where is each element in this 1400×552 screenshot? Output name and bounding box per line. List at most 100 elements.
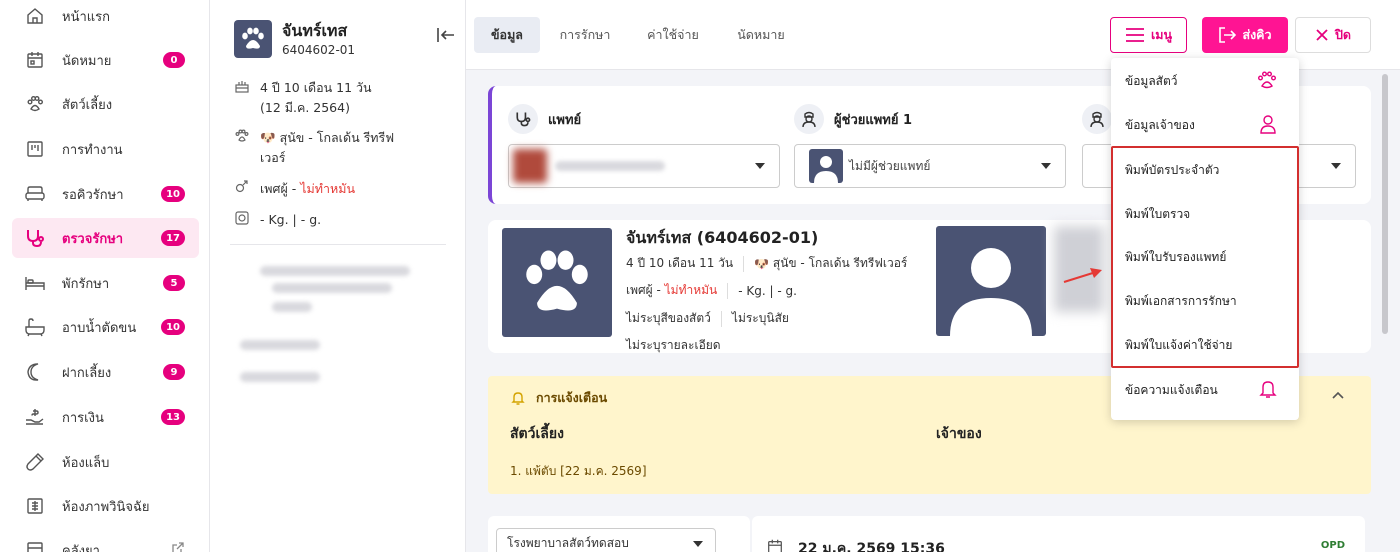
menu-item-label: พิมพ์เอกสารการรักษา <box>1125 293 1237 308</box>
menu-item-print-exam-sheet[interactable]: พิมพ์ใบตรวจ <box>1111 197 1299 231</box>
menu-dropdown: ข้อมูลสัตว์ ข้อมูลเจ้าของ พิมพ์บัตรประจำ… <box>1111 58 1299 420</box>
caret-down-icon <box>755 163 765 169</box>
menu-item-print-invoice[interactable]: พิมพ์ใบแจ้งค่าใช้จ่าย <box>1111 328 1299 362</box>
menu-item-print-treatment-document[interactable]: พิมพ์เอกสารการรักษา <box>1111 284 1299 318</box>
sidebar-item-work[interactable]: การทำงาน <box>12 129 199 169</box>
redacted-text <box>555 161 665 171</box>
pet-species-cont: เวอร์ <box>260 150 286 165</box>
sidebar-item-pharmacy[interactable]: คลังยา <box>12 530 199 552</box>
menu-item-alert-message[interactable]: ข้อความแจ้งเตือน <box>1111 373 1299 407</box>
close-button[interactable]: ปิด <box>1295 17 1371 53</box>
paw-icon <box>1257 71 1277 92</box>
divider <box>727 282 729 299</box>
alert-owner-heading: เจ้าของ <box>936 426 982 442</box>
pet-species-row: 🐶 สุนัข - โกลเด้น รีทรีฟเวอร์ <box>234 128 394 168</box>
redacted-text <box>260 266 410 276</box>
cabinet-icon <box>24 539 46 552</box>
redacted-text <box>272 283 392 293</box>
doctor-select[interactable] <box>508 144 780 188</box>
scrollbar-thumb[interactable] <box>1382 74 1388 334</box>
send-queue-label: ส่งคิว <box>1242 27 1272 42</box>
pet-weight-row: - Kg. | - g. <box>234 210 321 230</box>
pet-sex-weight-line: เพศผู้ - ไม่ทำหมัน - Kg. | - g. <box>626 281 797 300</box>
annotation-arrow <box>1063 268 1102 283</box>
pet-name: จันทร์เทส <box>282 21 348 40</box>
sidebar-item-label: สัตว์เลี้ยง <box>62 97 113 113</box>
dog-emoji-icon: 🐶 <box>754 256 770 271</box>
menu-item-label: พิมพ์ใบรับรองแพทย์ <box>1125 249 1227 264</box>
sidebar-item-label: ตรวจรักษา <box>62 231 124 247</box>
divider <box>230 244 446 245</box>
sidebar-item-imaging[interactable]: ห้องภาพวินิจฉัย <box>12 486 199 526</box>
collapse-panel-icon[interactable] <box>436 26 456 48</box>
caret-down-icon <box>693 541 703 547</box>
menu-item-pet-info[interactable]: ข้อมูลสัตว์ <box>1111 64 1299 98</box>
menu-item-print-id-card[interactable]: พิมพ์บัตรประจำตัว <box>1111 153 1299 187</box>
dog-emoji-icon: 🐶 <box>260 130 276 145</box>
doctor-avatar <box>513 149 547 183</box>
redacted-text <box>240 340 320 350</box>
sidebar-item-label: รอคิวรักษา <box>62 187 124 203</box>
caret-down-icon <box>1041 163 1051 169</box>
sidebar-item-examination[interactable]: ตรวจรักษา 17 <box>12 218 199 258</box>
sidebar-item-boarding[interactable]: ฝากเลี้ยง 9 <box>12 352 199 392</box>
hospital-panel: โรงพยาบาลสัตว์ทดสอบ <box>488 516 750 552</box>
pet-species: สุนัข - โกลเด้น รีทรีฟเวอร์ <box>772 256 908 270</box>
sidebar-item-inpatient[interactable]: พักรักษา 5 <box>12 263 199 303</box>
assistant1-label-row: ผู้ช่วยแพทย์ 1 <box>794 104 912 134</box>
sidebar-item-label: ห้องภาพวินิจฉัย <box>62 499 150 515</box>
assistant1-select[interactable]: ไม่มีผู้ช่วยแพทย์ <box>794 144 1066 188</box>
pet-title: จันทร์เทส (6404602-01) <box>626 228 819 247</box>
pet-neuter-status: ไม่ทำหมัน <box>300 181 356 196</box>
tab-expenses[interactable]: ค่าใช้จ่าย <box>640 17 706 53</box>
bell-icon <box>1259 379 1277 402</box>
menu-item-label: ข้อความแจ้งเตือน <box>1125 382 1218 397</box>
bed-icon <box>24 272 46 294</box>
sidebar-item-home[interactable]: หน้าแรก <box>12 0 199 36</box>
tab-appointments[interactable]: นัดหมาย <box>728 17 794 53</box>
chevron-up-icon[interactable] <box>1331 389 1345 404</box>
pet-birthdate: (12 มี.ค. 2564) <box>260 100 350 115</box>
send-queue-button[interactable]: ส่งคิว <box>1202 17 1288 53</box>
pet-details: ไม่ระบุรายละเอียด <box>626 338 721 352</box>
visit-type-badge: OPD <box>1320 540 1345 551</box>
calendar-icon <box>24 49 46 71</box>
xray-icon <box>24 495 46 517</box>
scale-icon <box>234 210 260 229</box>
tab-treatment[interactable]: การรักษา <box>552 17 618 53</box>
sidebar-item-lab[interactable]: ห้องแล็บ <box>12 442 199 482</box>
sidebar-item-grooming[interactable]: อาบน้ำตัดขน 10 <box>12 307 199 347</box>
pet-color: ไม่ระบุสีของสัตว์ <box>626 311 711 325</box>
menu-item-label: พิมพ์บัตรประจำตัว <box>1125 162 1220 177</box>
sidebar-item-pets[interactable]: สัตว์เลี้ยง <box>12 84 199 124</box>
count-badge: 5 <box>163 275 185 291</box>
sidebar-item-waiting-queue[interactable]: รอคิวรักษา 10 <box>12 174 199 214</box>
pet-species: สุนัข - โกลเด้น รีทรีฟ <box>279 130 395 145</box>
nurse-icon <box>1082 104 1112 134</box>
menu-button[interactable]: เมนู <box>1110 17 1187 53</box>
assistant1-label: ผู้ช่วยแพทย์ 1 <box>834 112 913 128</box>
nurse-icon <box>794 104 824 134</box>
menu-item-owner-info[interactable]: ข้อมูลเจ้าของ <box>1111 108 1299 142</box>
pet-age-row: 4 ปี 10 เดือน 11 วัน (12 มี.ค. 2564) <box>234 78 372 118</box>
sidebar-item-finance[interactable]: การเงิน 13 <box>12 397 199 437</box>
count-badge: 9 <box>163 364 185 380</box>
menu-item-label: ข้อมูลสัตว์ <box>1125 73 1178 88</box>
hospital-select[interactable]: โรงพยาบาลสัตว์ทดสอบ <box>496 528 716 552</box>
sidebar-item-label: อาบน้ำตัดขน <box>62 320 137 336</box>
owner-avatar <box>936 226 1046 336</box>
menu-item-label: พิมพ์ใบตรวจ <box>1125 206 1191 221</box>
external-link-icon[interactable] <box>171 541 185 552</box>
sidebar-item-label: พักรักษา <box>62 276 110 292</box>
alert-title-row: การแจ้งเตือน <box>510 388 607 408</box>
caret-down-icon <box>1331 163 1341 169</box>
tab-info[interactable]: ข้อมูล <box>474 17 540 53</box>
menu-item-print-medical-certificate[interactable]: พิมพ์ใบรับรองแพทย์ <box>1111 240 1299 274</box>
redacted-text <box>240 372 320 382</box>
pet-temperament: ไม่ระบุนิสัย <box>731 311 789 325</box>
sidebar-item-appointments[interactable]: นัดหมาย 0 <box>12 40 199 80</box>
moon-icon <box>24 361 46 383</box>
pet-code: 6404602-01 <box>282 43 356 57</box>
test-tube-icon <box>24 451 46 473</box>
bell-icon <box>511 392 525 405</box>
